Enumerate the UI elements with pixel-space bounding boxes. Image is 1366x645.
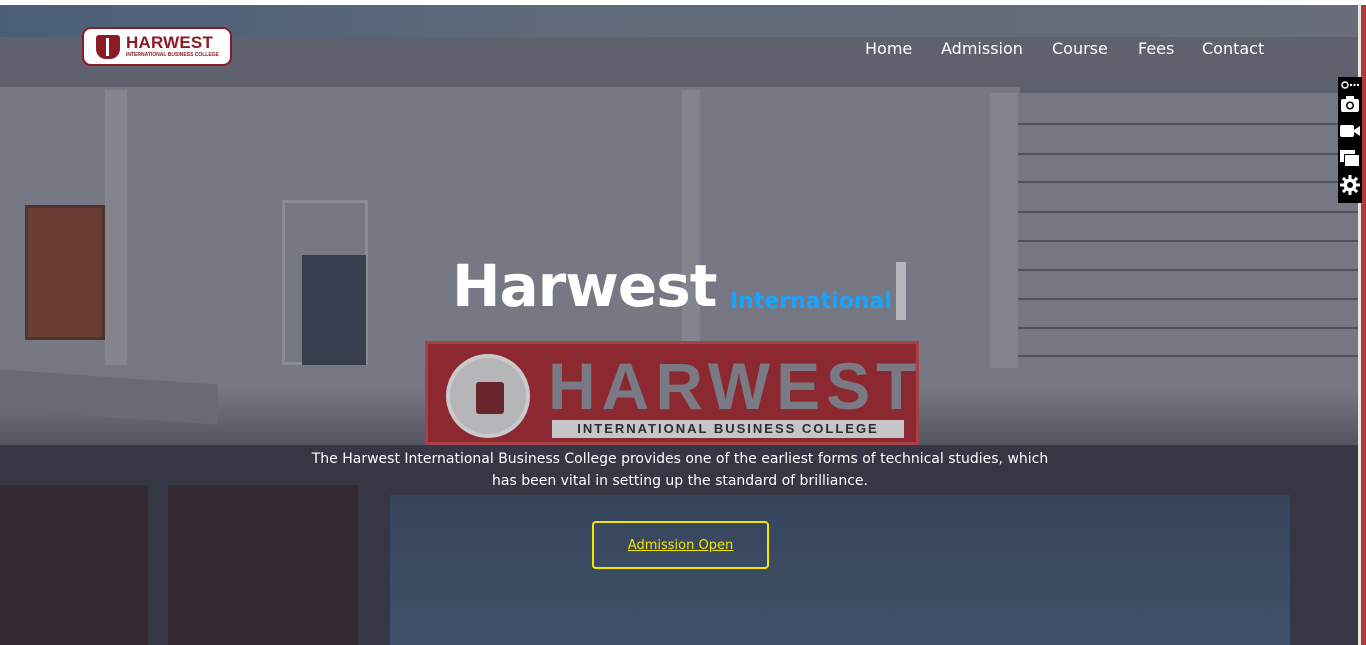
nav-course[interactable]: Course	[1052, 39, 1108, 58]
brand-name: HARWEST	[126, 33, 214, 52]
nav-contact[interactable]: Contact	[1202, 39, 1264, 58]
hero-title: Harwest	[452, 252, 717, 320]
brand-logo[interactable]: HARWEST INTERNATIONAL BUSINESS COLLEGE	[82, 27, 232, 66]
video-icon[interactable]	[1340, 121, 1360, 141]
shield-icon	[96, 35, 120, 59]
title-cursor-bar	[896, 262, 906, 320]
camera-icon[interactable]	[1340, 94, 1360, 114]
gear-icon[interactable]	[1340, 175, 1360, 195]
nav-admission[interactable]: Admission	[941, 39, 1023, 58]
hero-title-accent: International	[730, 289, 892, 314]
windows-icon[interactable]	[1340, 148, 1360, 168]
nav-fees[interactable]: Fees	[1138, 39, 1174, 58]
hero-description: The Harwest International Business Colle…	[311, 451, 1049, 489]
more-icon[interactable]	[1340, 79, 1360, 91]
admission-open-button[interactable]: Admission Open	[592, 521, 769, 569]
brand-tagline: INTERNATIONAL BUSINESS COLLEGE	[126, 52, 219, 58]
capture-toolbar	[1338, 77, 1362, 203]
nav-home[interactable]: Home	[865, 39, 912, 58]
